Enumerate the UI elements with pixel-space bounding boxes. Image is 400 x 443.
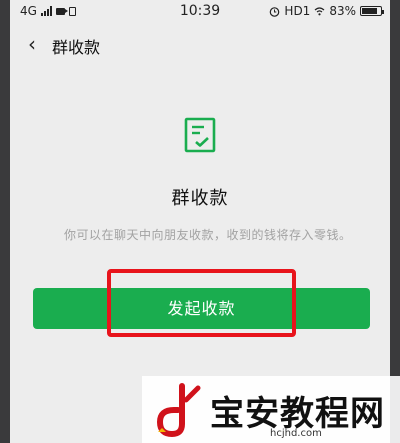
feature-title: 群收款 [171, 188, 229, 209]
nav-bar: ‹ 群收款 [10, 26, 390, 62]
battery-icon [360, 6, 384, 16]
feature-description: 你可以在聊天中向朋友收款，收到的钱将存入零钱。 [64, 228, 352, 242]
document-check-icon [184, 117, 216, 153]
chevron-left-icon[interactable]: ‹ [28, 32, 36, 56]
status-right: HD1 83% [269, 4, 384, 18]
watermark: 宝安教程网 hcjhd.com [142, 376, 400, 443]
baoan-logo [156, 383, 201, 438]
alarm-icon [270, 6, 280, 17]
hd-label: HD1 [284, 4, 311, 18]
highlight-box [107, 269, 296, 337]
wifi-icon [314, 7, 325, 16]
watermark-url: hcjhd.com [270, 428, 322, 439]
page-title: 群收款 [52, 38, 101, 57]
phone-bezel: 4G 10:39 HD1 83% ‹ 群收款 群收款 你可以在聊天中向朋友收款，… [0, 0, 400, 443]
battery-percent: 83% [329, 4, 356, 18]
status-bar: 4G 10:39 HD1 83% [10, 0, 390, 24]
